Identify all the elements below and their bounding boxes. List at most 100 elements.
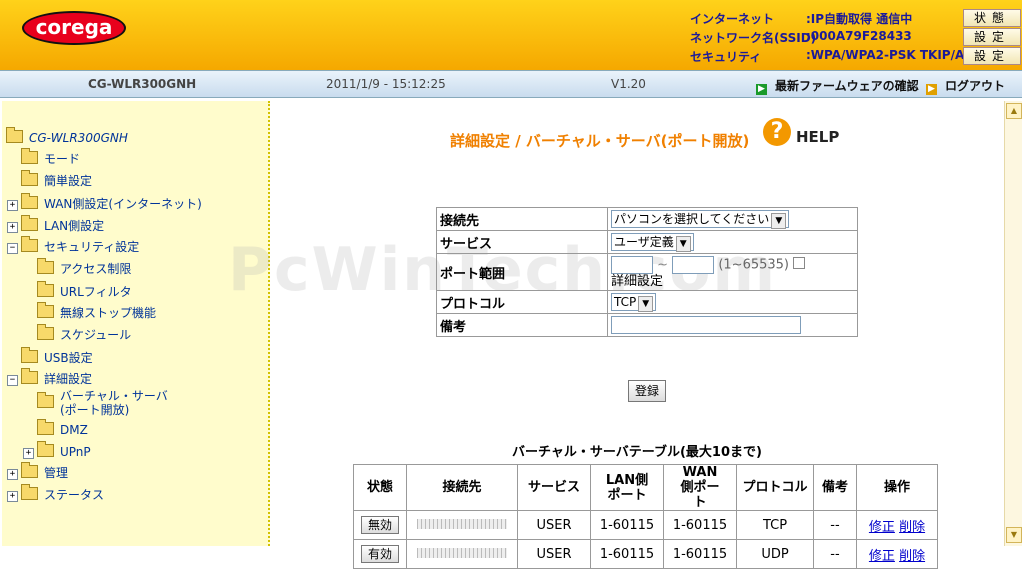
protocol-select-value: TCP xyxy=(614,295,637,309)
status-button[interactable]: 状態 xyxy=(963,9,1021,27)
sidebar-item-label: 簡単設定 xyxy=(44,174,93,188)
internet-value: :IP自動取得 通信中 xyxy=(806,12,913,26)
scroll-down-icon[interactable]: ▼ xyxy=(1006,527,1022,543)
sidebar-item-wan[interactable]: + WAN側設定(インターネット) xyxy=(7,193,202,211)
connect-label: 接続先 xyxy=(436,207,608,231)
connect-select[interactable]: パソコンを選択してください ▼ xyxy=(611,210,790,229)
corega-logo: corega xyxy=(22,11,126,45)
sidebar-item-label: モード xyxy=(44,152,81,166)
note-cell: -- xyxy=(813,510,857,540)
port-separator: ~ xyxy=(657,257,669,272)
delete-link[interactable]: 削除 xyxy=(899,549,925,564)
service-cell: USER xyxy=(517,539,591,569)
help-question-icon[interactable]: ? xyxy=(763,118,791,146)
sidebar-item-status[interactable]: + ステータス xyxy=(7,484,105,502)
note-cell xyxy=(607,313,858,337)
chevron-down-icon: ▼ xyxy=(675,236,691,252)
sidebar-item-label: LAN側設定 xyxy=(44,219,105,233)
arrow-right-icon: ▶ xyxy=(756,84,767,95)
toggle-state-button[interactable]: 無効 xyxy=(361,516,399,534)
top-header: corega インターネット :IP自動取得 通信中 状態 ネットワーク名(SS… xyxy=(0,0,1022,70)
chevron-down-icon: ▼ xyxy=(638,296,654,312)
sidebar-item-label: (ポート開放) xyxy=(60,403,130,417)
edit-link[interactable]: 修正 xyxy=(869,549,895,564)
ssid-value: :000A79F28433 xyxy=(806,29,912,43)
toggle-state-button[interactable]: 有効 xyxy=(361,545,399,563)
sidebar-item-usb[interactable]: USB設定 xyxy=(21,347,93,365)
folder-icon xyxy=(21,462,38,478)
sidebar-item-label: UPnP xyxy=(60,445,91,459)
sidebar-item-label: ステータス xyxy=(44,488,105,502)
sidebar-item-upnp[interactable]: + UPnP xyxy=(23,441,91,459)
sidebar-item-mode[interactable]: モード xyxy=(21,148,81,166)
internet-label: インターネット xyxy=(690,12,775,26)
security-settings-button[interactable]: 設定 xyxy=(963,47,1021,65)
sidebar-item-advanced[interactable]: − 詳細設定 xyxy=(7,368,92,386)
sidebar-item-label: 無線ストップ機能 xyxy=(60,306,157,320)
expand-plus-icon[interactable]: + xyxy=(7,491,18,502)
folder-icon xyxy=(37,258,54,274)
collapse-minus-icon[interactable]: − xyxy=(7,243,18,254)
info-bar: CG-WLR300GNH 2011/1/9 - 15:12:25 V1.20 ▶… xyxy=(0,70,1022,98)
sidebar-item-access-control[interactable]: アクセス制限 xyxy=(37,258,131,276)
col-wan-port: WAN側ポート xyxy=(663,464,737,511)
port-start-input[interactable] xyxy=(611,255,653,274)
page-title: 詳細設定 / バーチャル・サーバ(ポート開放) xyxy=(450,132,750,150)
detail-settings-label: 詳細設定 xyxy=(611,273,664,289)
protocol-cell: TCP ▼ xyxy=(607,290,858,314)
expand-plus-icon[interactable]: + xyxy=(23,448,34,459)
state-cell: 無効 xyxy=(353,510,407,540)
note-input[interactable] xyxy=(611,316,801,334)
sidebar-item-label: セキュリティ設定 xyxy=(44,240,140,254)
sidebar-item-label: DMZ xyxy=(60,423,88,437)
expand-plus-icon[interactable]: + xyxy=(7,200,18,211)
folder-icon xyxy=(21,148,38,164)
help-link[interactable]: HELP xyxy=(796,128,839,146)
folder-open-icon xyxy=(37,392,54,408)
virtual-server-table: 状態 接続先 サービス LAN側ポート WAN側ポート プロトコル 備考 操作 … xyxy=(353,464,938,569)
firmware-version: V1.20 xyxy=(611,77,646,91)
col-protocol: プロトコル xyxy=(736,464,814,511)
folder-icon xyxy=(37,281,54,297)
sidebar-item-url-filter[interactable]: URLフィルタ xyxy=(37,281,132,299)
folder-open-icon xyxy=(21,368,38,384)
lan-port-cell: 1-60115 xyxy=(590,539,664,569)
delete-link[interactable]: 削除 xyxy=(899,520,925,535)
logout-link[interactable]: ▶ ログアウト xyxy=(926,77,1005,95)
col-connect: 接続先 xyxy=(406,464,518,511)
service-select[interactable]: ユーザ定義 ▼ xyxy=(611,233,694,252)
detail-settings-checkbox[interactable] xyxy=(793,257,806,269)
datetime: 2011/1/9 - 15:12:25 xyxy=(326,77,446,91)
tree-root[interactable]: CG-WLR300GNH xyxy=(6,127,128,145)
sidebar-item-dmz[interactable]: DMZ xyxy=(37,419,88,437)
collapse-minus-icon[interactable]: − xyxy=(7,375,18,386)
sidebar-item-wireless-stop[interactable]: 無線ストップ機能 xyxy=(37,302,157,320)
col-note: 備考 xyxy=(813,464,857,511)
sidebar-item-easy-setup[interactable]: 簡単設定 xyxy=(21,170,93,188)
protocol-select[interactable]: TCP ▼ xyxy=(611,293,657,312)
ssid-settings-button[interactable]: 設定 xyxy=(963,28,1021,46)
col-action: 操作 xyxy=(856,464,938,511)
edit-link[interactable]: 修正 xyxy=(869,520,895,535)
sidebar-item-label: スケジュール xyxy=(60,328,132,342)
sidebar-item-security[interactable]: − セキュリティ設定 xyxy=(7,236,140,254)
sidebar-item-admin[interactable]: + 管理 xyxy=(7,462,68,480)
expand-plus-icon[interactable]: + xyxy=(7,469,18,480)
sidebar-item-lan[interactable]: + LAN側設定 xyxy=(7,215,105,233)
scroll-up-icon[interactable]: ▲ xyxy=(1006,103,1022,119)
state-cell: 有効 xyxy=(353,539,407,569)
folder-icon xyxy=(21,347,38,363)
service-select-value: ユーザ定義 xyxy=(614,235,674,249)
sidebar-item-schedule[interactable]: スケジュール xyxy=(37,324,132,342)
sidebar-item-virtual-server[interactable]: バーチャル・サーバ (ポート開放) xyxy=(37,389,168,417)
col-wan-port-label: WAN側ポート xyxy=(680,465,720,510)
register-button[interactable]: 登録 xyxy=(628,380,666,402)
vertical-scrollbar[interactable]: ▲ ▼ xyxy=(1004,101,1022,546)
col-service: サービス xyxy=(517,464,591,511)
port-end-input[interactable] xyxy=(672,255,715,274)
folder-icon xyxy=(21,215,38,231)
action-cell: 修正 削除 xyxy=(856,539,938,569)
firmware-check-link[interactable]: ▶ 最新ファームウェアの確認 xyxy=(756,77,919,95)
expand-plus-icon[interactable]: + xyxy=(7,222,18,233)
table-header-row: 状態 接続先 サービス LAN側ポート WAN側ポート プロトコル 備考 操作 xyxy=(353,464,938,511)
